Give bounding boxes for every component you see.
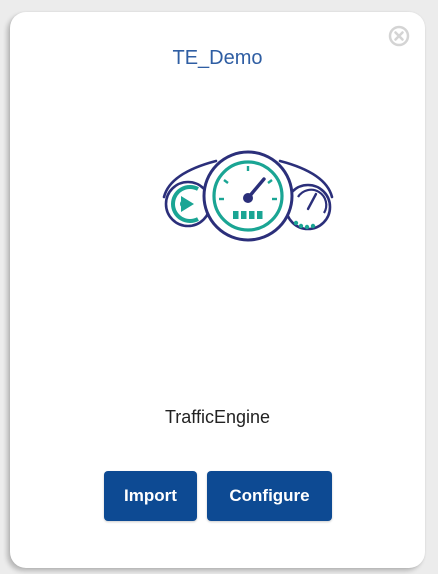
import-button[interactable]: Import [104, 471, 197, 521]
configure-button[interactable]: Configure [207, 471, 332, 521]
close-icon[interactable] [388, 25, 410, 47]
card-title: TE_Demo [172, 47, 263, 69]
dashboard-gauges-icon [162, 150, 334, 242]
app-name: TrafficEngine [164, 407, 271, 427]
